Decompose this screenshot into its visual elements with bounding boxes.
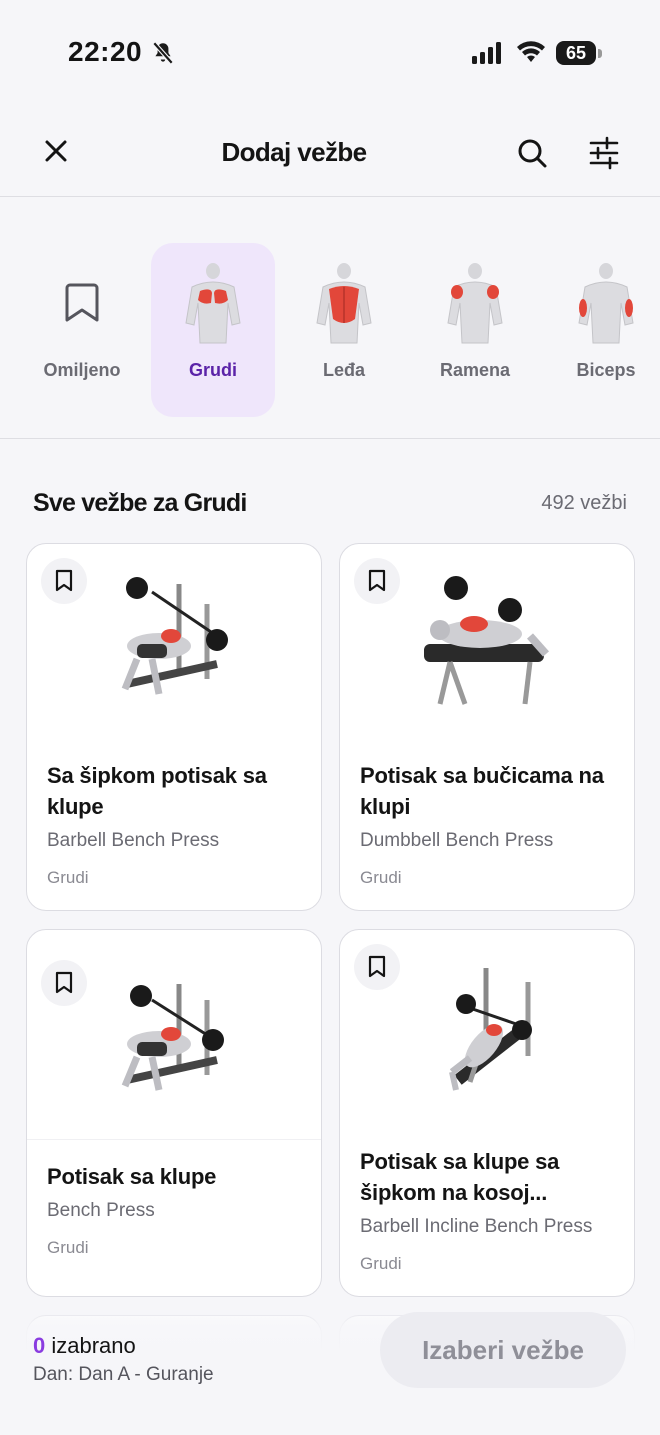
- status-bar: 22:20 65: [0, 0, 660, 105]
- battery-level: 65: [565, 43, 587, 63]
- muscle-category-list: Omiljeno Grudi Leđa Ramena Biceps: [0, 197, 660, 439]
- bookmark-icon: [368, 569, 386, 592]
- exercise-name-line: klupi: [360, 794, 411, 819]
- exercise-muscle: Grudi: [360, 1254, 402, 1273]
- exercise-english-name: Dumbbell Bench Press: [360, 830, 554, 851]
- select-exercises-button[interactable]: Izaberi vežbe: [380, 1312, 626, 1388]
- bookmark-icon: [368, 955, 386, 978]
- status-time: 22:20: [68, 36, 143, 67]
- battery-cap: [598, 49, 602, 58]
- top-bar: Dodaj vežbe: [0, 105, 660, 197]
- exercise-card[interactable]: Potisak sa klupe sa šipkom na kosoj... B…: [339, 929, 635, 1297]
- exercise-name: Potisak sa bučicama na klupi: [360, 760, 618, 822]
- back-muscle-icon: [316, 263, 372, 344]
- exercise-name: Potisak sa klupe: [47, 1161, 305, 1192]
- exercise-name-line: Potisak sa klupe sa: [360, 1149, 560, 1174]
- exercise-name-line: Potisak sa bučicama na: [360, 763, 604, 788]
- category-label: Leđa: [322, 360, 365, 380]
- search-icon[interactable]: [514, 135, 550, 171]
- workout-day-label: Dan: Dan A - Guranje: [33, 1364, 214, 1385]
- exercise-name: Potisak sa klupe sa šipkom na kosoj...: [360, 1146, 618, 1208]
- chest-muscle-icon: [185, 263, 241, 344]
- bookmark-button[interactable]: [354, 558, 400, 604]
- category-label: Omiljeno: [43, 360, 121, 380]
- category-omiljeno[interactable]: Omiljeno: [20, 243, 144, 417]
- bookmark-button[interactable]: [41, 960, 87, 1006]
- exercise-muscle: Grudi: [360, 868, 402, 887]
- category-label: Biceps: [576, 360, 636, 380]
- exercise-card[interactable]: Sa šipkom potisak sa klupe Barbell Bench…: [26, 543, 322, 911]
- bookmark-button[interactable]: [354, 944, 400, 990]
- section-title: Sve vežbe za Grudi: [33, 489, 247, 517]
- exercise-name-line: klupe: [47, 794, 104, 819]
- exercise-muscle: Grudi: [47, 868, 89, 887]
- battery-indicator: 65: [556, 41, 596, 65]
- bookmark-icon: [65, 283, 99, 322]
- exercise-name-line: Potisak sa klupe: [47, 1164, 217, 1189]
- bookmark-icon: [55, 971, 73, 994]
- exercise-name: Sa šipkom potisak sa klupe: [47, 760, 305, 822]
- cellular-signal-icon: [472, 42, 501, 64]
- category-leda[interactable]: Leđa: [282, 243, 406, 417]
- selection-bar: 0 izabrano Dan: Dan A - Guranje Izaberi …: [0, 1300, 660, 1435]
- wifi-icon: [517, 41, 545, 62]
- category-ramena[interactable]: Ramena: [413, 243, 537, 417]
- exercise-english-name: Bench Press: [47, 1200, 155, 1221]
- exercise-muscle: Grudi: [47, 1238, 89, 1257]
- bookmark-icon: [55, 569, 73, 592]
- category-label: Grudi: [189, 360, 237, 380]
- exercise-english-name: Barbell Incline Bench Press: [360, 1216, 593, 1237]
- shoulder-muscle-icon: [447, 263, 503, 344]
- bell-muted-icon: [152, 41, 174, 65]
- exercise-card[interactable]: Potisak sa bučicama na klupi Dumbbell Be…: [339, 543, 635, 911]
- filter-sliders-icon[interactable]: [586, 135, 622, 171]
- page-title: Dodaj vežbe: [221, 137, 367, 167]
- category-grudi[interactable]: Grudi: [151, 243, 275, 417]
- bookmark-button[interactable]: [41, 558, 87, 604]
- exercise-name-line: šipkom na kosoj...: [360, 1180, 548, 1205]
- exercise-english-name: Barbell Bench Press: [47, 830, 220, 851]
- category-biceps[interactable]: Biceps: [544, 243, 660, 417]
- exercise-count: 492 vežbi: [541, 492, 627, 514]
- exercise-card[interactable]: Potisak sa klupe Bench Press Grudi: [26, 929, 322, 1297]
- selected-count-number: 0: [33, 1333, 46, 1358]
- category-label: Ramena: [439, 360, 511, 380]
- biceps-muscle-icon: [578, 263, 634, 344]
- selected-count-label: izabrano: [51, 1333, 136, 1358]
- exercise-name-line: Sa šipkom potisak sa: [47, 763, 267, 788]
- selected-count: 0 izabrano: [33, 1333, 136, 1359]
